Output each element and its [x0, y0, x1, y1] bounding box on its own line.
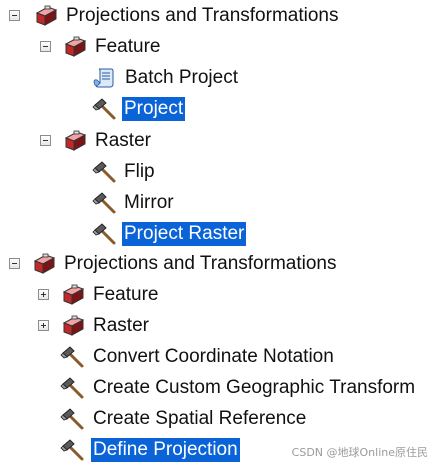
tree-node-projections-and-transformations[interactable]: Projections and Transformations — [0, 3, 434, 29]
tree-node-label: Raster — [93, 315, 149, 336]
tree-node-flip[interactable]: Flip — [0, 159, 434, 185]
tree-node-raster[interactable]: Raster — [0, 128, 434, 154]
hammer-icon — [92, 192, 116, 214]
tree-node-label: Project Raster — [122, 222, 247, 246]
tree-node-create-spatial-reference[interactable]: Create Spatial Reference — [0, 406, 434, 432]
tree-node-label: Project — [122, 97, 186, 121]
tree-node-convert-coordinate-notation[interactable]: Convert Coordinate Notation — [0, 344, 434, 370]
tree-node-feature-2[interactable]: Feature — [0, 282, 434, 308]
tree-node-label: Define Projection — [91, 438, 240, 462]
tree-node-label: Projections and Transformations — [64, 253, 337, 274]
toolbox-icon — [64, 36, 87, 57]
hammer-icon — [60, 346, 84, 368]
hammer-icon — [92, 223, 116, 245]
tree-node-batch-project[interactable]: Batch Project — [0, 65, 434, 91]
hammer-icon — [60, 408, 84, 430]
tree-node-label: Batch Project — [125, 67, 238, 88]
tree-node-create-custom-geographic-transform[interactable]: Create Custom Geographic Transform — [0, 375, 434, 401]
expand-icon[interactable] — [38, 289, 49, 300]
collapse-icon[interactable] — [40, 41, 51, 52]
tree-node-project[interactable]: Project — [0, 96, 434, 122]
hammer-icon — [60, 439, 84, 461]
expand-icon[interactable] — [38, 320, 49, 331]
tree-node-label: Mirror — [124, 192, 174, 213]
toolbox-icon — [33, 253, 56, 274]
tree-node-label: Convert Coordinate Notation — [93, 346, 334, 367]
tree-node-mirror[interactable]: Mirror — [0, 190, 434, 216]
tree-node-feature[interactable]: Feature — [0, 34, 434, 60]
script-icon — [93, 68, 114, 88]
tree-node-label: Feature — [93, 284, 159, 305]
tree-node-label: Projections and Transformations — [66, 5, 339, 26]
toolbox-icon — [35, 5, 58, 26]
hammer-icon — [92, 98, 116, 120]
hammer-icon — [60, 377, 84, 399]
tree-node-label: Create Custom Geographic Transform — [93, 377, 416, 398]
tree-node-projections-and-transformations-2[interactable]: Projections and Transformations — [0, 251, 434, 277]
hammer-icon — [92, 161, 116, 183]
collapse-icon[interactable] — [40, 135, 51, 146]
tree-node-project-raster[interactable]: Project Raster — [0, 221, 434, 247]
tree-node-label: Flip — [124, 161, 155, 182]
collapse-icon[interactable] — [9, 10, 20, 21]
watermark: CSDN @地球Online原住民 — [291, 446, 428, 459]
collapse-icon[interactable] — [9, 258, 20, 269]
toolbox-icon — [64, 130, 87, 151]
tree-node-label: Feature — [95, 36, 161, 57]
toolbox-icon — [62, 315, 85, 336]
tree-node-label: Raster — [95, 130, 151, 151]
tree-node-raster-2[interactable]: Raster — [0, 313, 434, 339]
toolbox-icon — [62, 284, 85, 305]
tree-node-label: Create Spatial Reference — [93, 408, 307, 429]
